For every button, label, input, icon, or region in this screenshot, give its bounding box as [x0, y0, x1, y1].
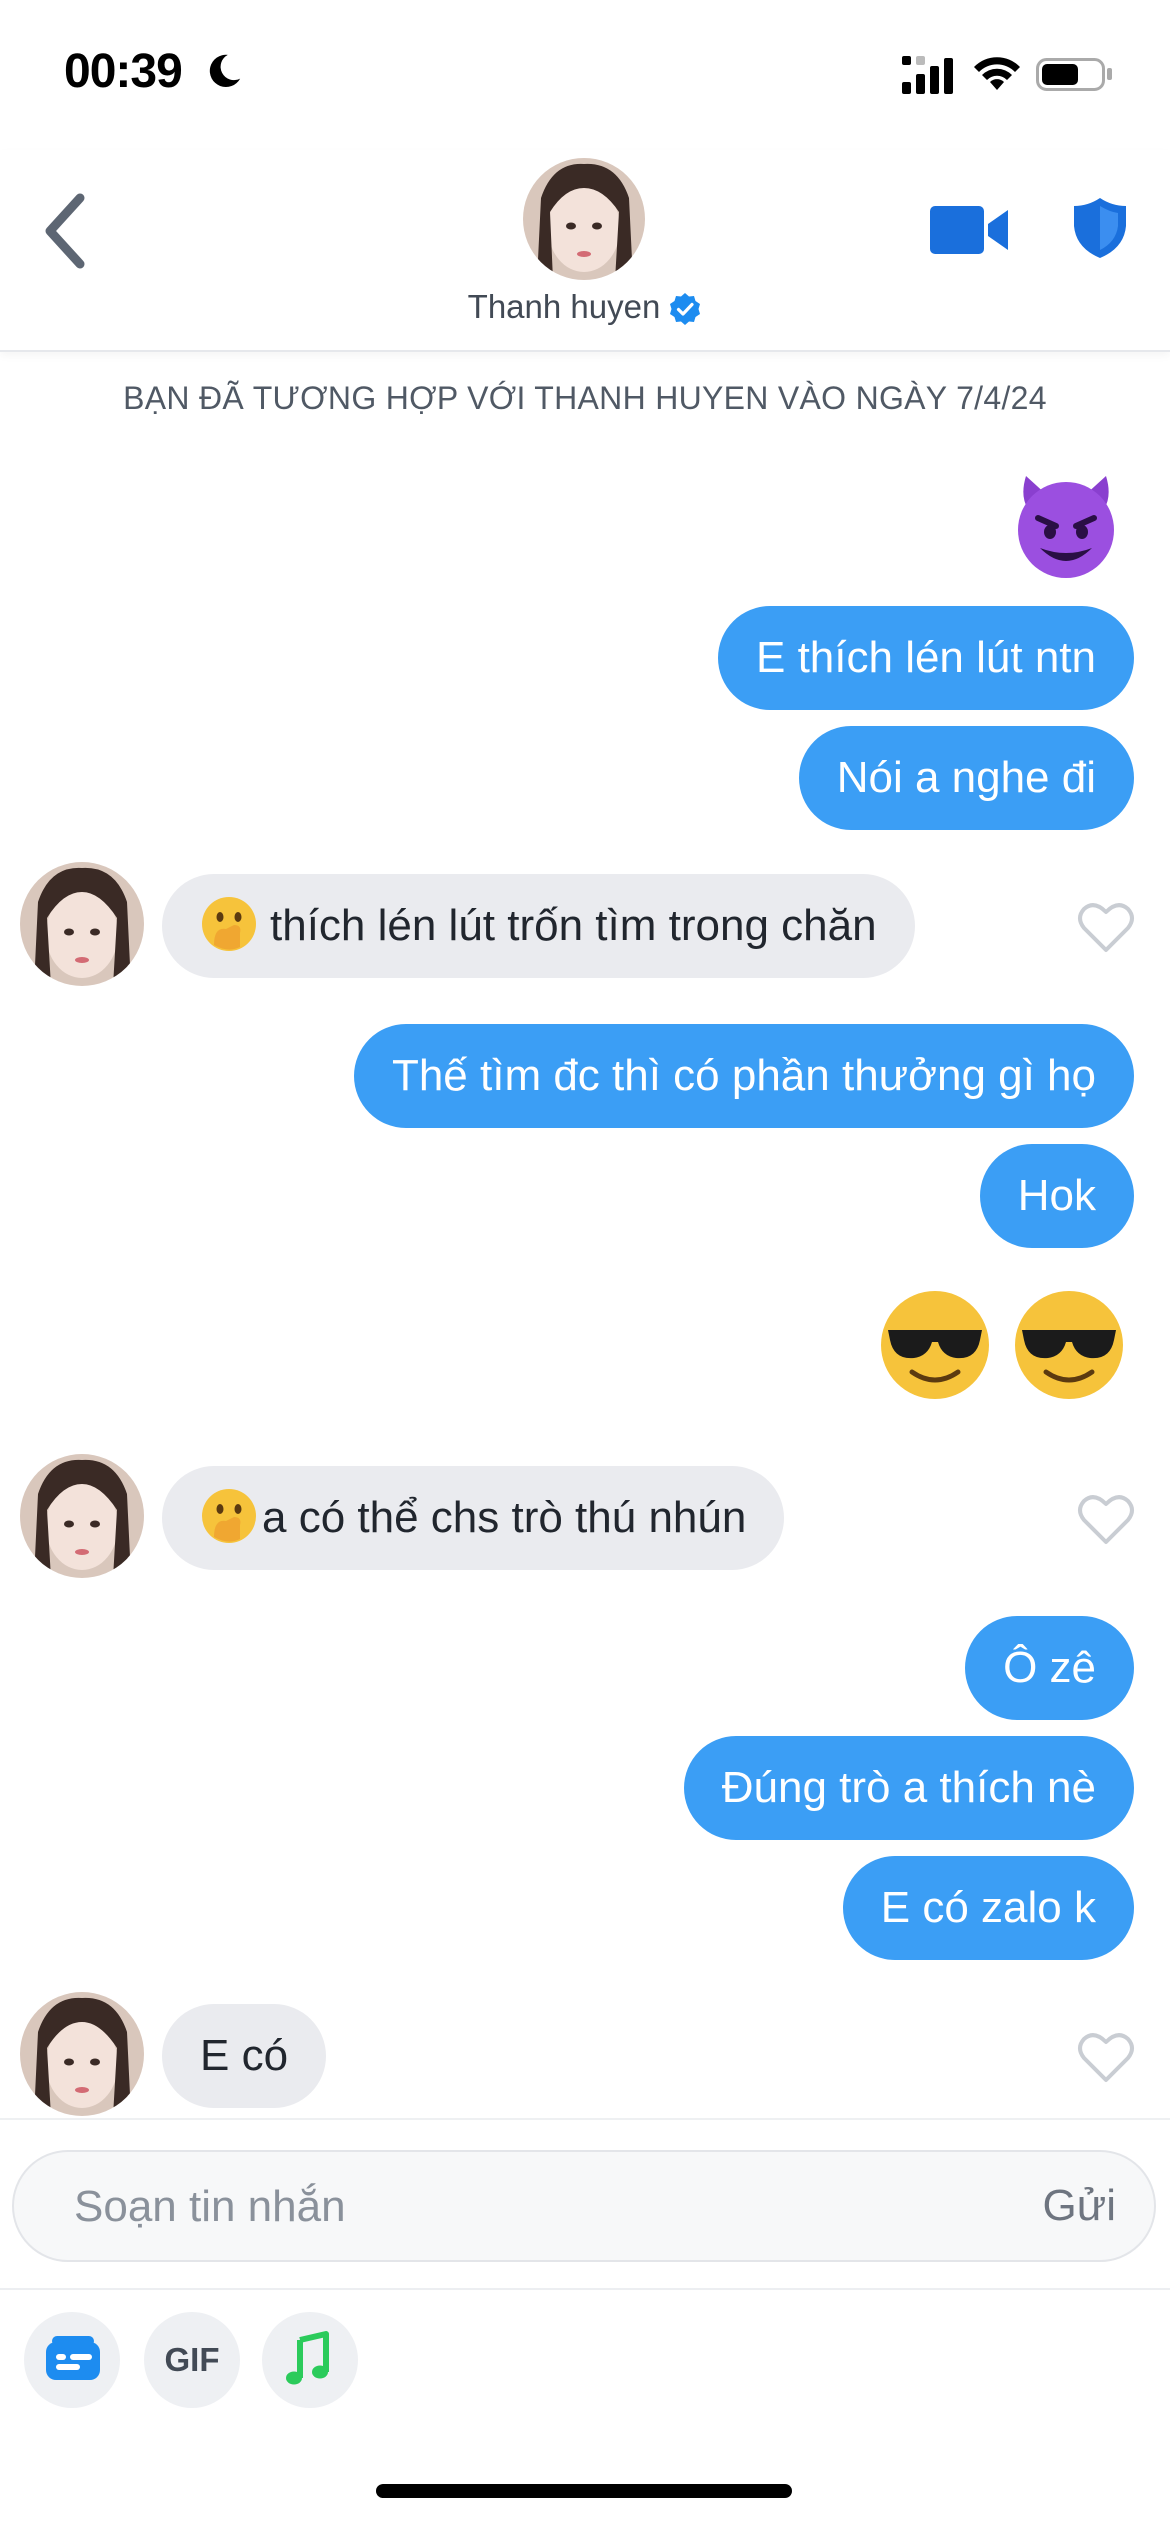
wifi-icon [974, 57, 1020, 90]
message-input[interactable] [72, 2152, 976, 2262]
sunglasses-emoji [881, 1291, 989, 1399]
sent-message[interactable]: Nói a nghe đi [798, 726, 1134, 830]
message-text: Nói a nghe đi [836, 753, 1096, 802]
hand-over-mouth-emoji [202, 897, 256, 952]
back-chevron-icon[interactable] [36, 186, 96, 276]
message-text: E có zalo k [880, 1883, 1096, 1932]
chat-header: Thanh huyen [0, 150, 1170, 352]
composer-divider [0, 2288, 1170, 2290]
safety-shield-icon[interactable] [1072, 196, 1128, 260]
music-button[interactable] [262, 2312, 358, 2408]
sent-message[interactable]: E có zalo k [842, 1856, 1134, 1960]
heart-like-icon[interactable] [1076, 1492, 1136, 1548]
status-time: 00:39 [64, 45, 183, 98]
sent-message[interactable]: Hok [979, 1144, 1134, 1248]
message-text: a có thể chs trò thú nhún [262, 1493, 747, 1542]
contact-avatar[interactable] [20, 862, 144, 986]
message-text: E có [200, 2031, 289, 2080]
received-message[interactable]: thích lén lút trốn tìm trong chăn [162, 874, 915, 978]
contact-avatar[interactable] [20, 1992, 144, 2116]
sent-message[interactable]: Đúng trò a thích nè [683, 1736, 1134, 1840]
gif-button[interactable]: GIF [144, 2312, 240, 2408]
message-text: Đúng trò a thích nè [721, 1763, 1096, 1812]
gif-label: GIF [164, 2341, 220, 2378]
sent-message[interactable]: Thế tìm đc thì có phần thưởng gì họ [353, 1024, 1134, 1128]
home-indicator [376, 2484, 792, 2498]
music-note-icon [286, 2331, 329, 2385]
received-message[interactable]: E có [162, 2004, 327, 2108]
composer-bar: Gửi GIF [0, 2118, 1170, 2534]
smiling-devil-emoji [1018, 476, 1114, 578]
heart-like-icon[interactable] [1076, 2030, 1136, 2086]
message-text: Thế tìm đc thì có phần thưởng gì họ [391, 1051, 1096, 1100]
status-bar: 00:39 [0, 0, 1170, 150]
message-text: thích lén lút trốn tìm trong chăn [270, 901, 877, 950]
header-avatar[interactable] [523, 158, 645, 280]
heart-like-icon[interactable] [1076, 900, 1136, 956]
message-text: Hok [1017, 1171, 1096, 1220]
verified-badge-icon [670, 293, 701, 326]
message-input-wrapper: Gửi [12, 2150, 1156, 2262]
moon-icon [209, 54, 241, 88]
send-button[interactable]: Gửi [1043, 2152, 1116, 2260]
header-name-row: Thanh huyen [0, 288, 1170, 326]
contact-card-button[interactable] [24, 2312, 120, 2408]
id-card-icon [46, 2336, 100, 2380]
cellular-signal-icon [902, 56, 953, 94]
contact-avatar[interactable] [20, 1454, 144, 1578]
sent-message[interactable]: E thích lén lút ntn [718, 606, 1134, 710]
video-call-icon[interactable] [930, 202, 1010, 258]
message-text: Ô zê [1003, 1643, 1096, 1692]
match-notice: BẠN ĐÃ TƯƠNG HỢP VỚI THANH HUYEN VÀO NGÀ… [123, 380, 1047, 416]
battery-icon [1036, 58, 1112, 91]
sent-message[interactable]: Ô zê [965, 1616, 1134, 1720]
contact-name: Thanh huyen [467, 288, 661, 325]
sunglasses-emoji [1015, 1291, 1123, 1399]
hand-over-mouth-emoji [202, 1489, 256, 1544]
message-text: E thích lén lút ntn [756, 633, 1096, 682]
received-message[interactable]: a có thể chs trò thú nhún [162, 1466, 785, 1570]
